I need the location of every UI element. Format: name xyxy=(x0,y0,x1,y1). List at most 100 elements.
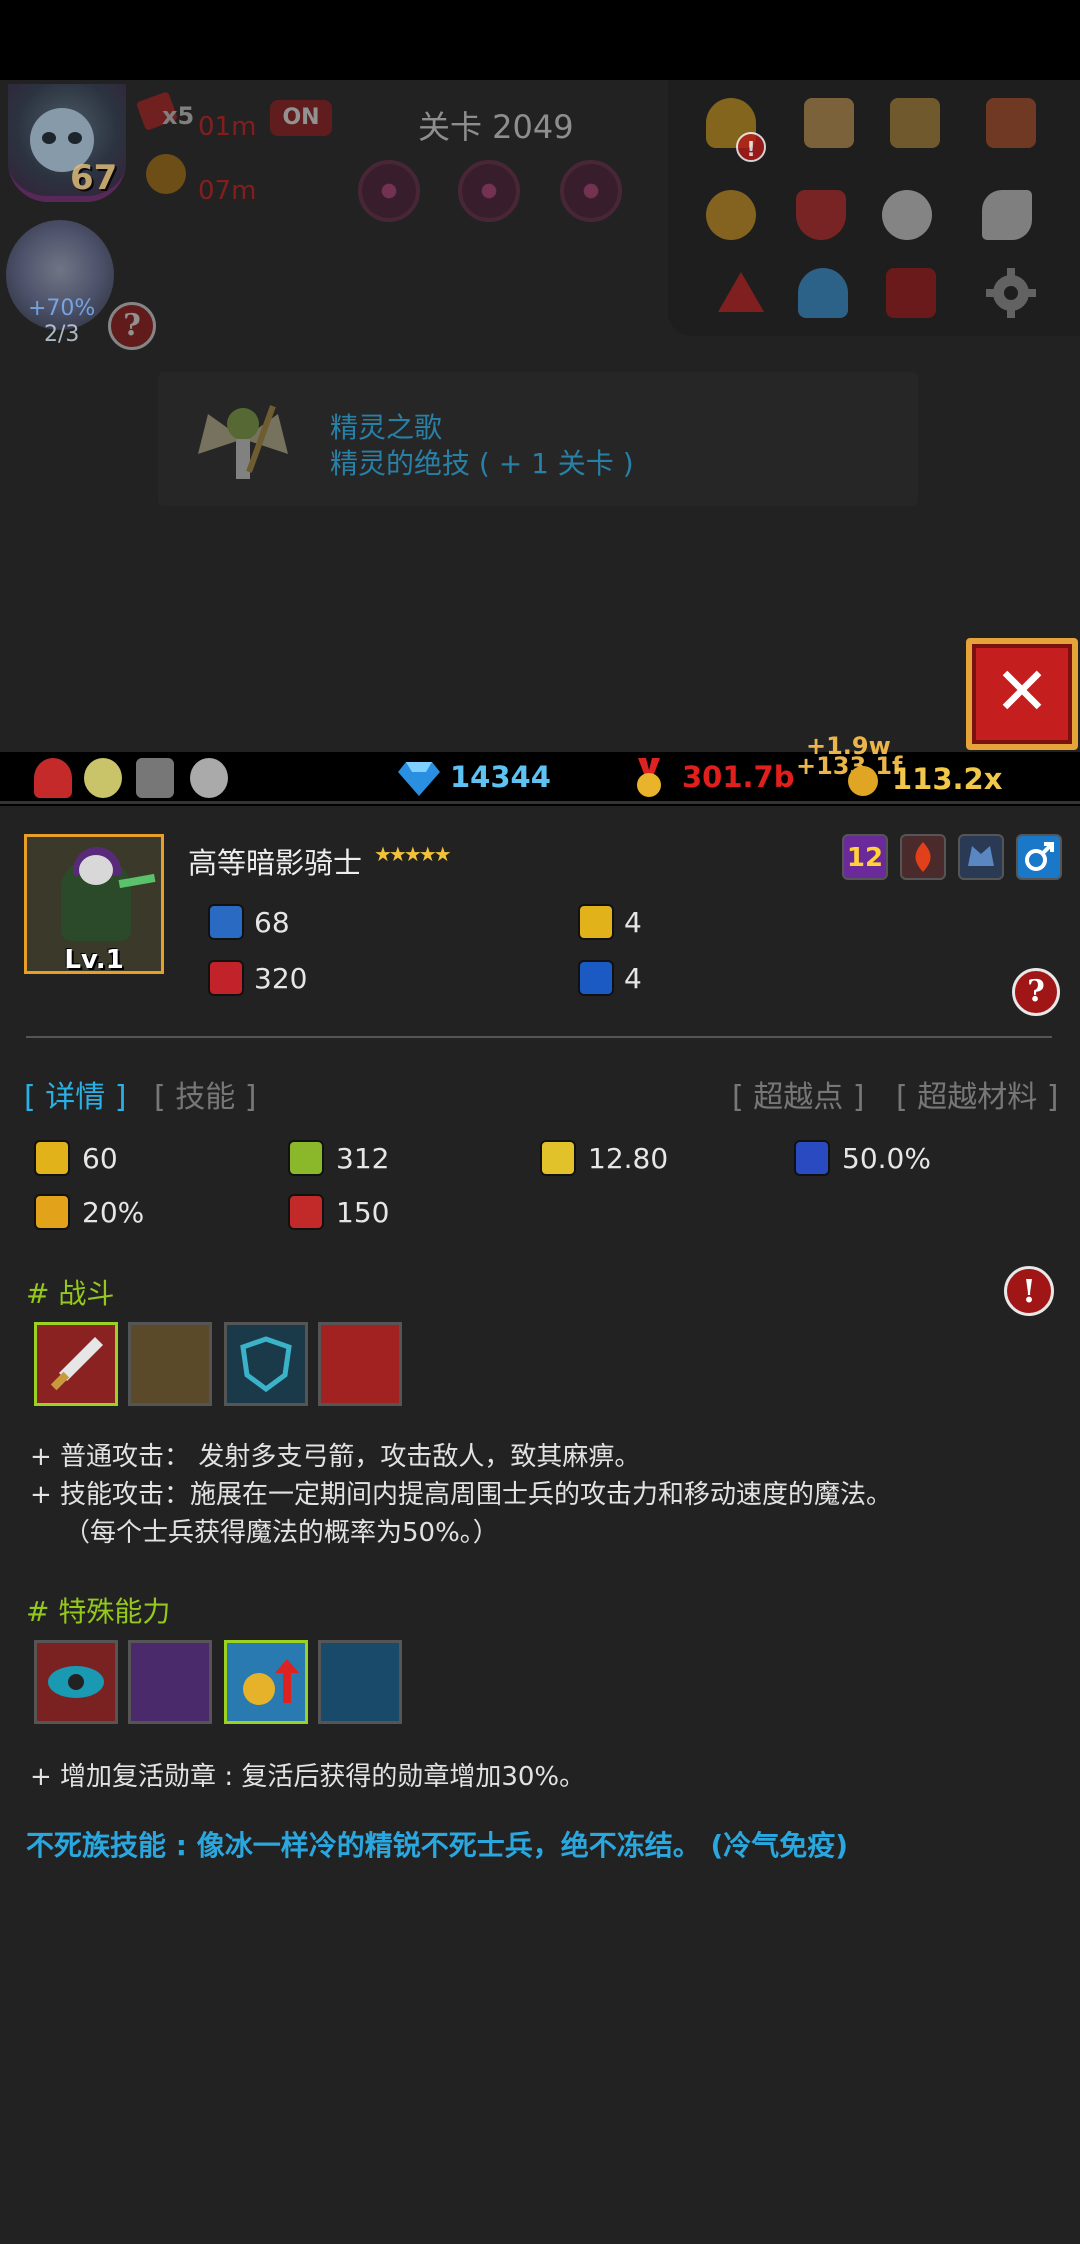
status-bar xyxy=(0,0,1080,80)
gem-icon xyxy=(398,762,440,796)
combat-desc-3: （每个士兵获得魔法的概率为50%。） xyxy=(64,1518,499,1548)
crit-damage-icon xyxy=(34,1194,70,1230)
game-area: 67 +70% 2/3 ? x5 01m ON 07m 关卡 2049 ! 精灵… xyxy=(0,80,1080,752)
unit-detail-panel: Lv.1 高等暗影骑士 ★★★★★ 12 68 320 4 4 ? [ 详情 ]… xyxy=(0,806,1080,2244)
tab-details[interactable]: [ 详情 ] xyxy=(24,1072,126,1116)
defense-shield-icon xyxy=(578,904,614,940)
running-ability-icon[interactable] xyxy=(318,1640,402,1724)
speed-multiplier[interactable]: x5 xyxy=(135,91,194,132)
shield-skill-icon[interactable] xyxy=(224,1322,308,1406)
trophy-alert-badge: ! xyxy=(736,132,766,162)
eye-right xyxy=(68,132,82,144)
team-hero-2-icon[interactable] xyxy=(84,758,122,798)
team-hero-1-icon[interactable] xyxy=(34,758,72,798)
stage-label: 关卡 2049 xyxy=(418,108,574,146)
elf-archer-art xyxy=(198,405,288,479)
move-speed-icon xyxy=(540,1140,576,1176)
boss-slot-2-icon[interactable] xyxy=(458,160,520,222)
helmet-class-icon[interactable] xyxy=(958,834,1004,880)
stat-4-value: 50.0% xyxy=(842,1142,931,1175)
notification-banner[interactable]: 精灵之歌 精灵的绝技 ( + 1 关卡 ) xyxy=(158,372,918,506)
attack-stat-icon xyxy=(208,904,244,940)
range-icon xyxy=(288,1140,324,1176)
pet-count: 2/3 xyxy=(44,322,80,347)
stat-1-value: 60 xyxy=(82,1142,118,1175)
stat-2-value: 312 xyxy=(336,1142,390,1175)
wing-speed-skill-icon[interactable] xyxy=(318,1322,402,1406)
unit-name: 高等暗影骑士 xyxy=(188,846,363,880)
undead-skill-text: 不死族技能 : 像冰一样冷的精锐不死士兵，绝不冻结。 (冷气免疫) xyxy=(26,1829,849,1862)
book-icon[interactable] xyxy=(886,94,944,152)
triangle-icon[interactable] xyxy=(712,264,770,322)
team-hero-4-icon[interactable] xyxy=(190,758,228,798)
eye-left xyxy=(42,132,56,144)
stat-5-value: 20% xyxy=(82,1196,145,1229)
gold-multiplier: 113.2x xyxy=(892,762,1003,796)
magic-defense-value: 4 xyxy=(624,962,642,995)
tab-transcend-materials[interactable]: [ 超越材料 ] xyxy=(896,1072,1058,1116)
timer-2: 07m xyxy=(198,176,257,206)
eye-shape xyxy=(48,1666,104,1698)
eye-ability-icon[interactable] xyxy=(34,1640,118,1724)
hero-level: 67 xyxy=(70,158,118,198)
unit-portrait[interactable]: Lv.1 xyxy=(24,834,164,974)
combat-desc-2: + 技能攻击：施展在一定期间内提高周围士兵的攻击力和移动速度的魔法。 xyxy=(30,1480,893,1510)
shrine-icon[interactable] xyxy=(882,264,940,322)
help-button-unit[interactable]: ? xyxy=(1012,968,1060,1016)
elf-archer-icon xyxy=(188,384,298,496)
rank-tag-icon[interactable]: 12 xyxy=(842,834,888,880)
combat-alert-button[interactable]: ! xyxy=(1004,1266,1054,1316)
stat-6-value: 150 xyxy=(336,1196,390,1229)
scroll-icon[interactable] xyxy=(982,94,1040,152)
special-desc-1: + 增加复活勋章 : 复活后获得的勋章增加30%。 xyxy=(30,1762,586,1792)
male-gender-icon[interactable] xyxy=(1016,834,1062,880)
boss-slot-1-icon[interactable] xyxy=(358,160,420,222)
sword-skill-icon[interactable] xyxy=(34,1322,118,1406)
combat-section-title: # 战斗 xyxy=(26,1277,115,1310)
help-button-top[interactable]: ? xyxy=(108,302,156,350)
bird-icon[interactable] xyxy=(978,186,1036,244)
hp-value: 320 xyxy=(254,962,308,995)
timer-1: 01m xyxy=(198,112,257,142)
fire-element-icon[interactable] xyxy=(900,834,946,880)
medal-count: 301.7b xyxy=(682,760,795,794)
unit-stars: ★★★★★ xyxy=(374,842,452,866)
special-stat-icon xyxy=(288,1194,324,1230)
speed-multiplier-label: x5 xyxy=(162,102,195,130)
shield-crest-icon[interactable] xyxy=(792,186,850,244)
magic-defense-shield-icon xyxy=(578,960,614,996)
boss-slot-3-icon[interactable] xyxy=(560,160,622,222)
pet-bonus: +70% xyxy=(28,296,96,321)
gear-icon[interactable] xyxy=(982,264,1040,322)
soldiers-skill-icon[interactable] xyxy=(128,1322,212,1406)
revive-medal-ability-icon[interactable] xyxy=(224,1640,308,1724)
medal-icon xyxy=(637,758,661,797)
rank-tag-number: 12 xyxy=(846,843,884,873)
team-hero-3-icon[interactable] xyxy=(136,758,174,798)
chat-icon[interactable] xyxy=(702,186,760,244)
attack-speed-icon xyxy=(34,1140,70,1176)
auto-on-toggle[interactable]: ON xyxy=(270,100,332,136)
close-button[interactable]: ✕ xyxy=(966,638,1078,750)
medal-up-shape xyxy=(243,1659,299,1705)
special-section-title: # 特殊能力 xyxy=(26,1595,171,1628)
sword-shape xyxy=(50,1337,103,1391)
coin-bag-icon xyxy=(146,154,186,194)
friends-icon[interactable] xyxy=(794,264,852,322)
attack-value: 68 xyxy=(254,906,290,939)
notice-subtitle: 精灵的绝技 ( + 1 关卡 ) xyxy=(330,447,634,480)
triangle-shape xyxy=(718,272,764,312)
tab-skills[interactable]: [ 技能 ] xyxy=(154,1072,256,1116)
podium-icon[interactable] xyxy=(800,94,858,152)
stat-3-value: 12.80 xyxy=(588,1142,669,1175)
angel-icon[interactable] xyxy=(878,186,936,244)
tab-transcend-points[interactable]: [ 超越点 ] xyxy=(732,1072,864,1116)
shield-shape xyxy=(240,1336,292,1393)
divider xyxy=(26,1036,1052,1038)
gear-shape xyxy=(986,268,1036,318)
combat-desc-1: + 普通攻击： 发射多支弓箭，攻击敌人，致其麻痹。 xyxy=(30,1442,641,1472)
unit-level: Lv.1 xyxy=(64,945,124,974)
skull-ability-icon[interactable] xyxy=(128,1640,212,1724)
male-symbol xyxy=(1025,842,1054,871)
flame-shape xyxy=(915,842,931,872)
